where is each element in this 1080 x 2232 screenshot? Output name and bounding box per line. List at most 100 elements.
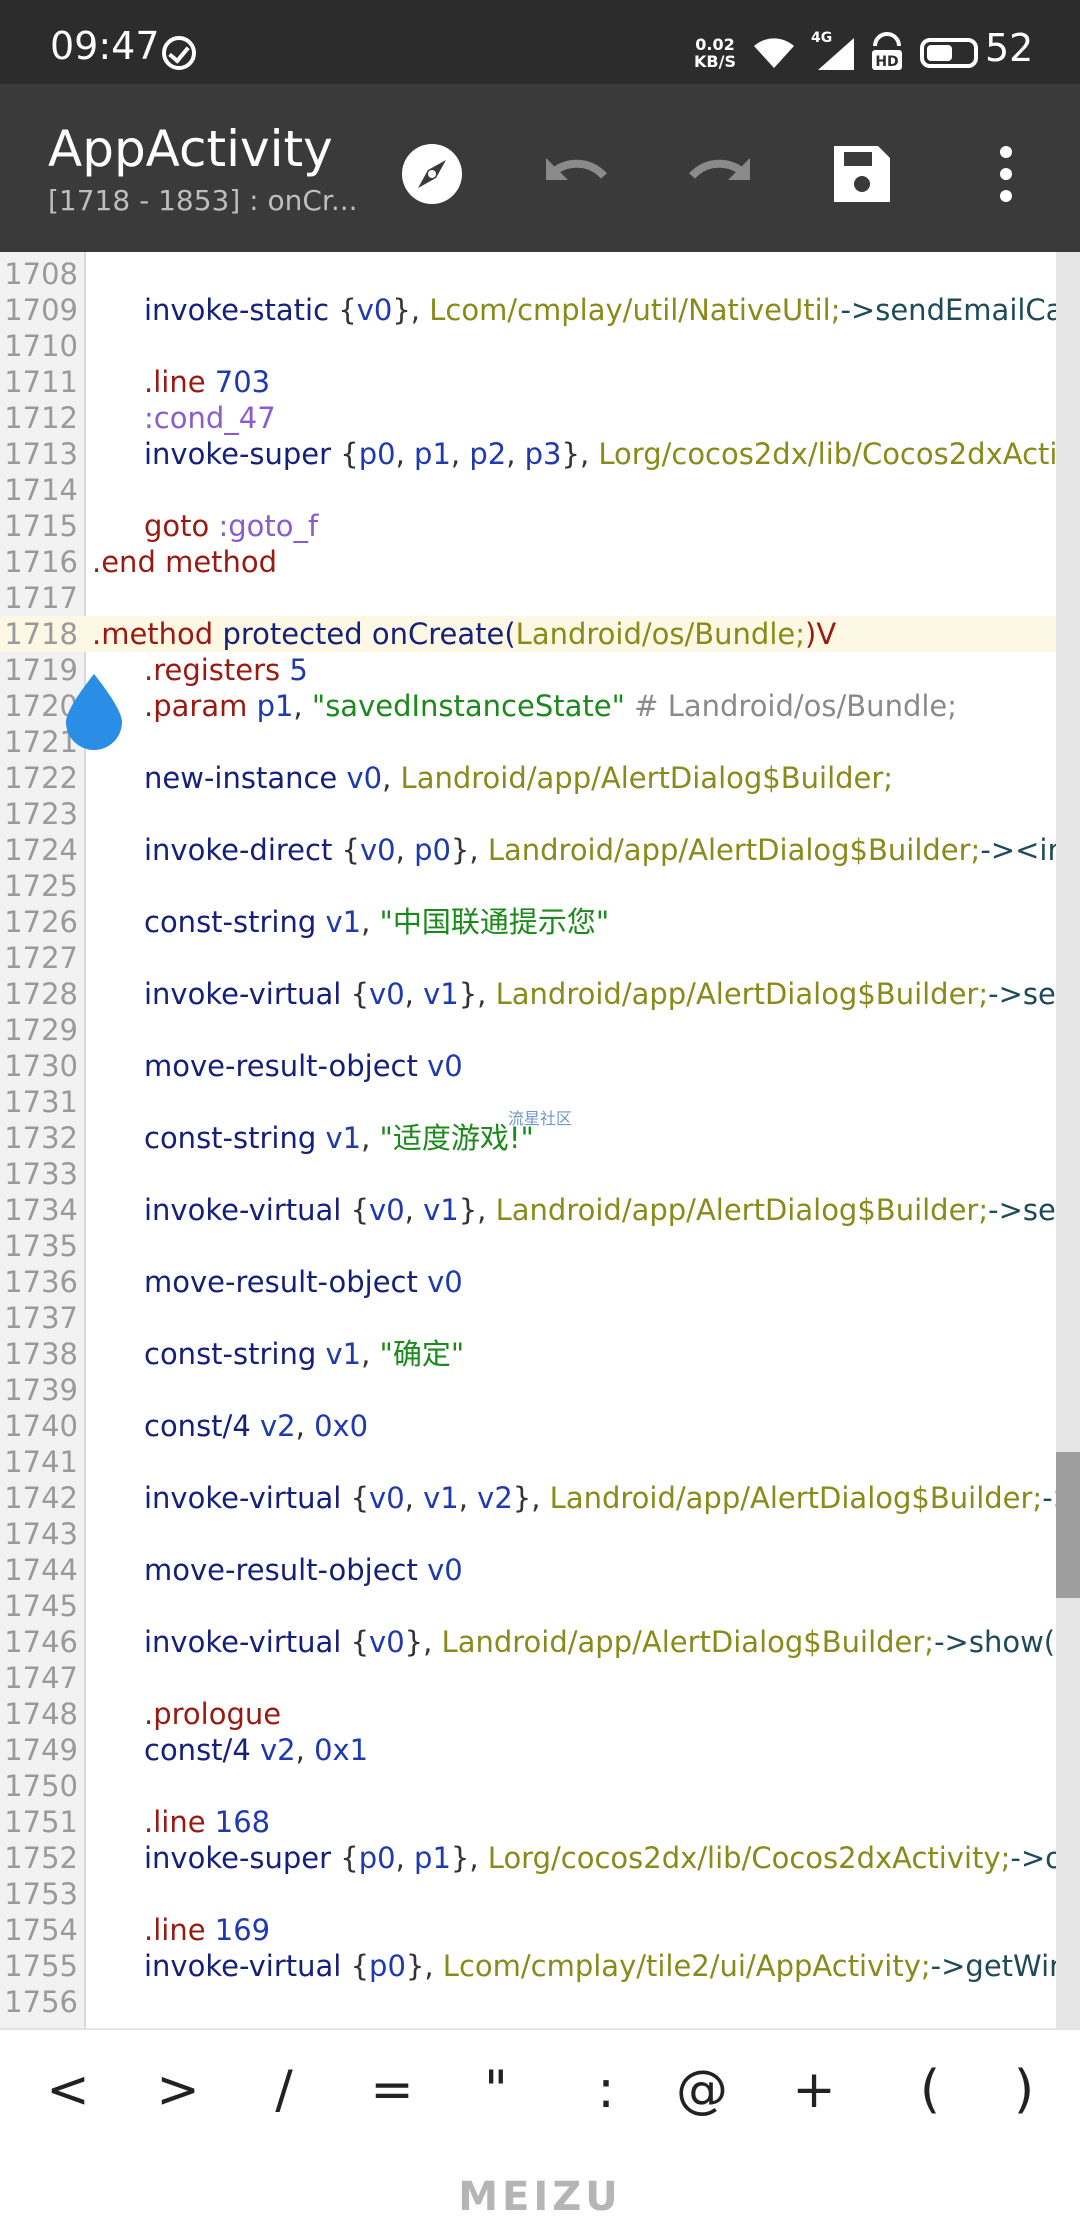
- code-line[interactable]: 1720 .param p1, "savedInstanceState" # La…: [0, 688, 1080, 724]
- code-token: v1: [423, 977, 459, 1011]
- code-line[interactable]: 1746 invoke-virtual {v0}, Landroid/app/Al…: [0, 1624, 1080, 1660]
- code-line[interactable]: 1744 move-result-object v0: [0, 1552, 1080, 1588]
- symbol-key[interactable]: >: [138, 2060, 218, 2120]
- code-line[interactable]: 1735: [0, 1228, 1080, 1264]
- code-line[interactable]: 1739: [0, 1372, 1080, 1408]
- line-code: invoke-virtual {v0, v1}, Landroid/app/Al…: [144, 1192, 1080, 1228]
- code-token: ,: [293, 689, 312, 723]
- code-line[interactable]: 1717: [0, 580, 1080, 616]
- code-line[interactable]: 1727: [0, 940, 1080, 976]
- more-options-button[interactable]: [966, 134, 1046, 214]
- line-number: 1737: [4, 1301, 78, 1335]
- compass-icon: [402, 144, 462, 204]
- code-line[interactable]: 1710: [0, 328, 1080, 364]
- code-line[interactable]: 1714: [0, 472, 1080, 508]
- symbol-key[interactable]: <: [28, 2060, 108, 2120]
- code-line[interactable]: 1750: [0, 1768, 1080, 1804]
- line-number: 1755: [4, 1949, 78, 1983]
- code-token: ,: [506, 437, 525, 471]
- code-line[interactable]: 1726 const-string v1, "中国联通提示您": [0, 904, 1080, 940]
- code-line[interactable]: 1723: [0, 796, 1080, 832]
- code-token: p0: [369, 1949, 406, 1983]
- code-line[interactable]: 1745: [0, 1588, 1080, 1624]
- undo-button[interactable]: [536, 134, 616, 214]
- device-brand-strip: MEIZU: [0, 2164, 1080, 2232]
- code-line[interactable]: 1715 goto :goto_f: [0, 508, 1080, 544]
- redo-button[interactable]: [680, 134, 760, 214]
- code-token: onCreate(: [371, 617, 516, 651]
- code-line[interactable]: 1742 invoke-virtual {v0, v1, v2}, Landroi…: [0, 1480, 1080, 1516]
- code-token: ,: [295, 1409, 315, 1443]
- code-token: .method: [92, 617, 223, 651]
- symbol-key[interactable]: ): [984, 2060, 1064, 2120]
- hd-voice-icon: HD: [872, 32, 902, 70]
- code-line[interactable]: 1724 invoke-direct {v0, p0}, Landroid/app…: [0, 832, 1080, 868]
- code-line[interactable]: 1733: [0, 1156, 1080, 1192]
- line-code: invoke-static {v0}, Lcom/cmplay/util/Nat…: [144, 292, 1080, 328]
- code-line[interactable]: 1737: [0, 1300, 1080, 1336]
- code-line[interactable]: 1756: [0, 1984, 1080, 2020]
- symbol-key[interactable]: =: [352, 2060, 432, 2120]
- symbol-key[interactable]: +: [774, 2060, 854, 2120]
- code-line[interactable]: 1755 invoke-virtual {p0}, Lcom/cmplay/til…: [0, 1948, 1080, 1984]
- code-line[interactable]: 1752 invoke-super {p0, p1}, Lorg/cocos2dx…: [0, 1840, 1080, 1876]
- code-line[interactable]: 1754 .line 169: [0, 1912, 1080, 1948]
- symbol-key[interactable]: @: [662, 2060, 742, 2120]
- code-line[interactable]: 1740 const/4 v2, 0x0: [0, 1408, 1080, 1444]
- code-line[interactable]: 1734 invoke-virtual {v0, v1}, Landroid/ap…: [0, 1192, 1080, 1228]
- navigate-button[interactable]: [392, 134, 472, 214]
- symbol-key[interactable]: (: [890, 2060, 970, 2120]
- code-token: ,: [361, 1121, 380, 1155]
- code-token: v1: [325, 1337, 362, 1371]
- code-token: invoke-virtual: [144, 1481, 351, 1515]
- code-line[interactable]: 1711 .line 703: [0, 364, 1080, 400]
- line-code: move-result-object v0: [144, 1048, 463, 1084]
- code-token: v1: [325, 905, 362, 939]
- battery-icon: [920, 38, 978, 68]
- line-number: 1734: [4, 1193, 78, 1227]
- code-line[interactable]: 1741: [0, 1444, 1080, 1480]
- code-token: v2: [260, 1733, 296, 1767]
- symbol-key[interactable]: /: [244, 2060, 324, 2120]
- code-line[interactable]: 1729: [0, 1012, 1080, 1048]
- app-toolbar: AppActivity [1718 - 1853] : onCr...: [0, 84, 1080, 252]
- code-line[interactable]: 1713 invoke-super {p0, p1, p2, p3}, Lorg/…: [0, 436, 1080, 472]
- line-number: 1708: [4, 257, 78, 291]
- code-line[interactable]: 1712:cond_47: [0, 400, 1080, 436]
- code-line[interactable]: 1753: [0, 1876, 1080, 1912]
- code-token: Landroid/app/AlertDialog$Builder;: [400, 761, 894, 795]
- code-token: {: [340, 1841, 359, 1875]
- code-line[interactable]: 1743: [0, 1516, 1080, 1552]
- line-number: 1742: [4, 1481, 78, 1515]
- code-line[interactable]: 1721: [0, 724, 1080, 760]
- code-line[interactable]: 1747: [0, 1660, 1080, 1696]
- code-editor[interactable]: 1707const/4 v0, 0x117081709invoke-static…: [0, 252, 1080, 2028]
- line-number: 1736: [4, 1265, 78, 1299]
- code-token: v0: [260, 252, 296, 255]
- text-cursor-handle[interactable]: [62, 672, 126, 750]
- symbol-key[interactable]: :: [566, 2060, 646, 2120]
- scrollbar-thumb[interactable]: [1056, 1452, 1080, 1598]
- code-line[interactable]: 1736 move-result-object v0: [0, 1264, 1080, 1300]
- save-button[interactable]: [822, 134, 902, 214]
- code-line[interactable]: 1748 .prologue: [0, 1696, 1080, 1732]
- code-line[interactable]: 1709 invoke-static {v0}, Lcom/cmplay/util…: [0, 292, 1080, 328]
- code-line[interactable]: 1730 move-result-object v0: [0, 1048, 1080, 1084]
- code-line[interactable]: 1716 .end method: [0, 544, 1080, 580]
- code-line[interactable]: 1738 const-string v1, "确定": [0, 1336, 1080, 1372]
- line-number: 1756: [4, 1985, 78, 2019]
- line-code: .registers 5: [144, 652, 308, 688]
- code-line[interactable]: 1719 .registers 5: [0, 652, 1080, 688]
- code-line[interactable]: 1751 .line 168: [0, 1804, 1080, 1840]
- code-line[interactable]: 1749 const/4 v2, 0x1: [0, 1732, 1080, 1768]
- code-token: v0: [427, 1049, 463, 1083]
- status-bar: 09:47 0.02 KB/S 4G HD 52: [0, 0, 1080, 84]
- code-line-current[interactable]: 1718 .method protected onCreate(Landroid/…: [0, 616, 1080, 652]
- code-line[interactable]: 1722 new-instance v0, Landroid/app/AlertD…: [0, 760, 1080, 796]
- code-line[interactable]: 1728 invoke-virtual {v0, v1}, Landroid/ap…: [0, 976, 1080, 1012]
- code-line[interactable]: 1725: [0, 868, 1080, 904]
- line-code: move-result-object v0: [144, 1264, 463, 1300]
- code-line[interactable]: 1708: [0, 256, 1080, 292]
- symbol-key[interactable]: ": [456, 2060, 536, 2120]
- scrollbar-track[interactable]: [1056, 252, 1080, 2028]
